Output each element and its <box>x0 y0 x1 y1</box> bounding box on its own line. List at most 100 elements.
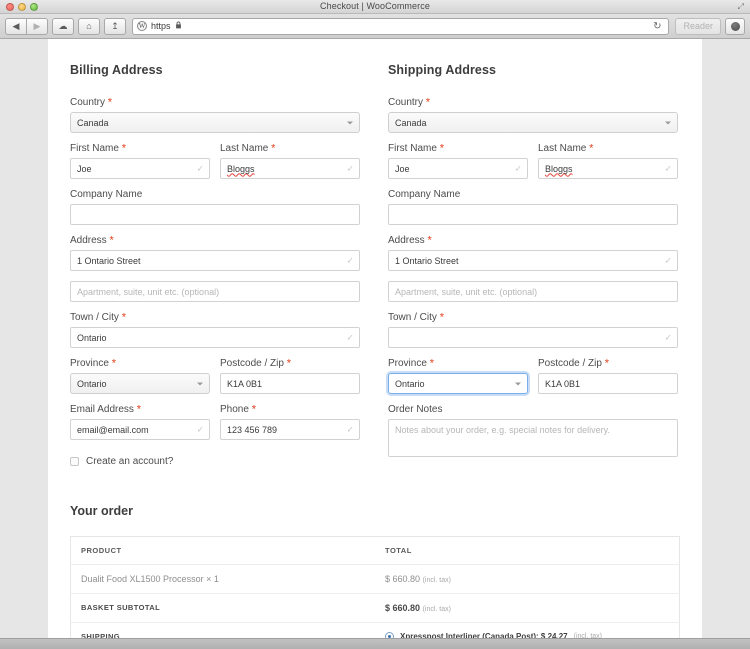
shipping-address-column: Shipping Address Country * Canada First … <box>388 55 678 472</box>
billing-email-field: Email Address * ✓ <box>70 404 210 440</box>
shipping-address-wrap: ✓ <box>388 250 678 271</box>
shipping-address-input[interactable] <box>388 250 678 271</box>
horizontal-scrollbar[interactable] <box>0 638 750 649</box>
shipping-province-select-wrap: Ontario <box>388 373 528 394</box>
chevron-down-icon <box>515 382 521 385</box>
billing-last-name-label-text: Last Name <box>220 143 269 154</box>
shipping-city-label: Town / City * <box>388 312 678 323</box>
page-viewport: Billing Address Country * Canada First N… <box>0 39 750 649</box>
fullscreen-icon[interactable]: ⤢ <box>738 3 744 11</box>
billing-first-name-label: First Name * <box>70 143 210 154</box>
order-item-name: Dualit Food XL1500 Processor × 1 <box>70 564 375 594</box>
shipping-country-select[interactable]: Canada <box>388 112 678 133</box>
shipping-country-label-text: Country <box>388 97 424 108</box>
billing-email-label: Email Address * <box>70 404 210 415</box>
shipping-city-label-text: Town / City <box>388 312 437 323</box>
shipping-address2-field <box>388 281 678 302</box>
billing-city-label: Town / City * <box>70 312 360 323</box>
power-icon[interactable] <box>725 17 745 35</box>
billing-last-name-field: Last Name * Bloggs ✓ <box>220 143 360 179</box>
billing-email-wrap: ✓ <box>70 419 210 440</box>
billing-address-input[interactable] <box>70 250 360 271</box>
billing-country-label: Country * <box>70 97 360 108</box>
shipping-city-input[interactable] <box>388 327 678 348</box>
shipping-province-field: Province * Ontario <box>388 358 528 394</box>
icloud-icon[interactable]: ☁ <box>52 17 74 35</box>
home-icon[interactable]: ⌂ <box>78 17 100 35</box>
billing-address-label-text: Address <box>70 235 107 246</box>
chevron-down-icon <box>347 121 353 124</box>
billing-heading: Billing Address <box>70 63 163 77</box>
column-header-product: PRODUCT <box>70 536 375 565</box>
order-notes-textarea[interactable] <box>388 419 678 457</box>
check-icon: ✓ <box>196 163 204 173</box>
required-asterisk: * <box>604 357 609 370</box>
shipping-postcode-input[interactable] <box>538 373 678 394</box>
url-text: https <box>151 21 171 31</box>
shipping-last-name-value: Bloggs <box>545 163 573 174</box>
billing-address-field: Address * ✓ <box>70 235 360 271</box>
back-button[interactable]: ◀ <box>5 17 27 35</box>
required-asterisk: * <box>121 311 126 324</box>
billing-company-input[interactable] <box>70 204 360 225</box>
shipping-province-select[interactable]: Ontario <box>388 373 528 394</box>
billing-province-field: Province * Ontario <box>70 358 210 394</box>
billing-phone-input[interactable] <box>220 419 360 440</box>
shipping-first-name-label-text: First Name <box>388 143 437 154</box>
required-asterisk: * <box>136 403 141 416</box>
check-icon: ✓ <box>346 255 354 265</box>
browser-window: Checkout | WooCommerce ⤢ ◀ ▶ ☁ ⌂ ↥ W htt… <box>0 0 750 649</box>
shipping-heading: Shipping Address <box>388 63 497 77</box>
billing-country-select-wrap: Canada <box>70 112 360 133</box>
shipping-company-input[interactable] <box>388 204 678 225</box>
address-bar[interactable]: W https ↻ <box>132 17 670 35</box>
reload-button[interactable]: ↻ <box>653 21 664 32</box>
shipping-last-name-label: Last Name * <box>538 143 678 154</box>
billing-postcode-label-text: Postcode / Zip <box>220 358 284 369</box>
shipping-last-name-field: Last Name * Bloggs ✓ <box>538 143 678 179</box>
column-header-total: TOTAL <box>375 536 680 565</box>
required-asterisk: * <box>429 357 434 370</box>
your-order-section: Your order PRODUCT TOTAL Dualit Food XL1… <box>70 504 680 649</box>
order-header-row: PRODUCT TOTAL <box>70 536 680 565</box>
shipping-province-row: Province * Ontario Postcode / Zip * K1A … <box>388 358 678 404</box>
chevron-down-icon <box>197 382 203 385</box>
billing-phone-field: Phone * ✓ <box>220 404 360 440</box>
billing-first-name-input[interactable] <box>70 158 210 179</box>
shipping-last-name-input[interactable]: Bloggs <box>538 158 678 179</box>
billing-address2-input[interactable] <box>70 281 360 302</box>
billing-province-row: Province * Ontario Postcode / Zip * K1A … <box>70 358 360 404</box>
billing-email-label-text: Email Address <box>70 404 134 415</box>
shipping-country-label: Country * <box>388 97 678 108</box>
shipping-address2-input[interactable] <box>388 281 678 302</box>
shipping-first-name-input[interactable] <box>388 158 528 179</box>
billing-last-name-value: Bloggs <box>227 163 255 174</box>
shipping-province-label: Province * <box>388 358 528 369</box>
create-account-checkbox[interactable] <box>70 457 79 466</box>
billing-address-wrap: ✓ <box>70 250 360 271</box>
shipping-company-wrap <box>388 204 678 225</box>
order-notes-label: Order Notes <box>388 404 443 415</box>
basket-subtotal-amount: $ 660.80 <box>385 603 421 613</box>
shipping-country-field: Country * Canada <box>388 97 678 133</box>
create-account-row[interactable]: Create an account? <box>70 456 360 467</box>
shipping-address-label-text: Address <box>388 235 425 246</box>
forward-button[interactable]: ▶ <box>26 17 48 35</box>
billing-country-select[interactable]: Canada <box>70 112 360 133</box>
order-item-total: $ 660.80 (incl. tax) <box>375 564 680 594</box>
required-asterisk: * <box>286 357 291 370</box>
billing-company-field: Company Name <box>70 189 360 225</box>
shipping-postcode-field: Postcode / Zip * <box>538 358 678 394</box>
billing-postcode-input[interactable] <box>220 373 360 394</box>
billing-province-select[interactable]: Ontario <box>70 373 210 394</box>
required-asterisk: * <box>589 142 594 155</box>
billing-city-input[interactable] <box>70 327 360 348</box>
share-icon[interactable]: ↥ <box>104 17 126 35</box>
billing-email-input[interactable] <box>70 419 210 440</box>
reader-button[interactable]: Reader <box>675 17 721 35</box>
billing-postcode-field: Postcode / Zip * <box>220 358 360 394</box>
billing-postcode-label: Postcode / Zip * <box>220 358 360 369</box>
browser-toolbar: ◀ ▶ ☁ ⌂ ↥ W https ↻ Reader <box>0 14 750 39</box>
shipping-name-row: First Name * ✓ Last Name <box>388 143 678 189</box>
billing-last-name-input[interactable]: Bloggs <box>220 158 360 179</box>
